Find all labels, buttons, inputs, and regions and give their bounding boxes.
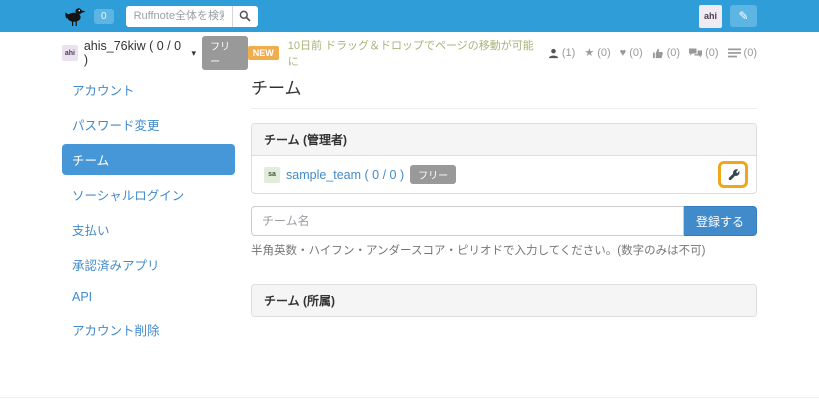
star-icon: ★ (584, 48, 594, 59)
team-avatar[interactable]: sa (264, 167, 280, 183)
team-name-help-text: 半角英数・ハイフン・アンダースコア・ピリオドで入力してください。(数字のみは不可… (251, 242, 757, 258)
page-title: チーム (251, 74, 757, 109)
list-icon (728, 48, 741, 58)
member-team-panel: チーム (所属) (251, 284, 757, 317)
user-avatar[interactable]: ahi (699, 5, 722, 28)
thumbs-stat[interactable]: (0) (652, 47, 680, 59)
search-icon (239, 10, 251, 22)
user-mini-avatar[interactable]: ahi (62, 45, 78, 61)
thumbs-up-icon (652, 48, 664, 59)
comments-stat[interactable]: (0) (689, 47, 718, 59)
bird-logo-icon[interactable] (62, 5, 86, 27)
member-panel-heading: チーム (所属) (252, 285, 756, 316)
search-input[interactable] (126, 6, 232, 27)
sidebar-item-api[interactable]: API (62, 284, 235, 310)
sidebar-item-team[interactable]: チーム (62, 144, 235, 175)
username-dropdown[interactable]: ahis_76kiw ( 0 / 0 ) (84, 39, 188, 67)
sidebar-item-approved-apps[interactable]: 承認済みアプリ (62, 249, 235, 280)
register-button[interactable]: 登録する (684, 206, 757, 236)
notification-count-badge[interactable]: 0 (94, 9, 114, 24)
comments-icon (689, 48, 702, 59)
stars-stat[interactable]: ★ (0) (584, 47, 610, 59)
search-button[interactable] (232, 6, 258, 27)
news-link[interactable]: 10日前 ドラッグ＆ドロップでページの移動が可能に (288, 37, 539, 69)
plan-badge: フリー (202, 36, 248, 70)
team-name-input[interactable] (251, 206, 684, 236)
settings-sidebar: アカウント パスワード変更 チーム ソーシャルログイン 支払い 承認済みアプリ … (62, 74, 235, 349)
sidebar-item-social-login[interactable]: ソーシャルログイン (62, 179, 235, 210)
likes-stat[interactable]: ♥ (0) (620, 47, 643, 59)
sidebar-item-delete-account[interactable]: アカウント削除 (62, 314, 235, 345)
team-row: sa sample_team ( 0 / 0 ) フリー (252, 156, 756, 193)
global-search-group (126, 6, 258, 27)
team-name-link[interactable]: sample_team ( 0 / 0 ) (286, 168, 404, 182)
footer: © 2013 mindia inc. ホーム プラン トレンド ヘルプ 最近のア… (0, 397, 819, 401)
followers-stat[interactable]: (1) (548, 47, 575, 59)
sidebar-item-payment[interactable]: 支払い (62, 214, 235, 245)
main-panel: チーム チーム (管理者) sa sample_team ( 0 / 0 ) フ… (251, 74, 757, 349)
user-icon (548, 48, 559, 59)
heart-icon: ♥ (620, 48, 627, 59)
new-note-button[interactable]: ✎ (730, 5, 757, 27)
notes-stat[interactable]: (0) (728, 47, 757, 59)
news-new-badge: NEW (248, 46, 279, 60)
chevron-down-icon[interactable]: ▾ (192, 48, 197, 59)
wrench-icon (727, 168, 740, 181)
top-navbar: 0 ahi ✎ (0, 0, 819, 32)
pencil-icon: ✎ (738, 9, 748, 23)
content-area: アカウント パスワード変更 チーム ソーシャルログイン 支払い 承認済みアプリ … (0, 74, 819, 349)
admin-team-panel: チーム (管理者) sa sample_team ( 0 / 0 ) フリー (251, 123, 757, 194)
team-plan-badge: フリー (410, 165, 456, 184)
create-team-form: 登録する (251, 206, 757, 236)
sidebar-item-password[interactable]: パスワード変更 (62, 109, 235, 140)
sidebar-item-account[interactable]: アカウント (62, 74, 235, 105)
subheader: ahi ahis_76kiw ( 0 / 0 ) ▾ フリー NEW 10日前 … (0, 40, 819, 66)
admin-panel-heading: チーム (管理者) (252, 124, 756, 156)
team-settings-button[interactable] (718, 161, 748, 188)
